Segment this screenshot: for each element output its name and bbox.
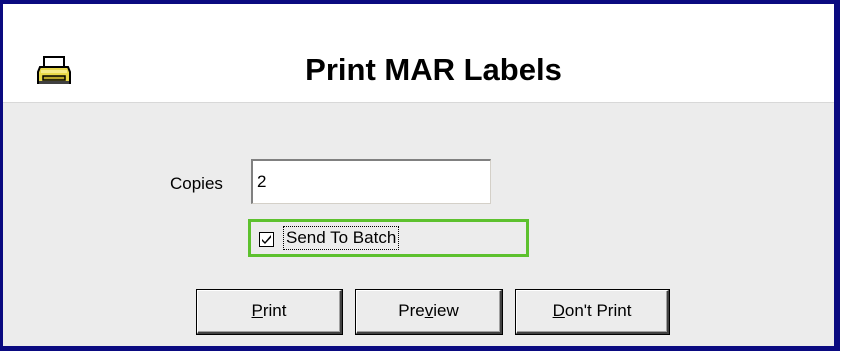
send-to-batch-label[interactable]: Send To Batch [282,226,400,250]
print-button-post: rint [262,301,287,320]
dialog-title: Print MAR Labels [305,52,562,87]
dont-print-button-mnemonic: D [552,301,565,320]
print-button-mnemonic: P [251,301,263,320]
send-to-batch-highlight: Send To Batch [248,219,529,257]
preview-button[interactable]: Preview [356,290,502,334]
copies-label: Copies [170,174,223,193]
dont-print-button[interactable]: Don't Print [516,290,669,334]
dialog-window: Print MAR Labels Copies Send To Batch Pr… [0,0,840,351]
send-to-batch-checkbox[interactable] [259,232,274,247]
dialog-header: Print MAR Labels [3,4,834,103]
dialog-body: Copies Send To Batch Print Preview Don't… [3,103,834,346]
preview-button-post: iew [433,301,459,320]
preview-button-mnemonic: v [424,301,434,320]
print-button[interactable]: Print [197,290,342,334]
copies-input[interactable] [251,159,491,204]
preview-button-pre: Pre [398,301,425,320]
checkmark-icon [262,235,271,244]
dont-print-button-post: on't Print [564,301,632,320]
